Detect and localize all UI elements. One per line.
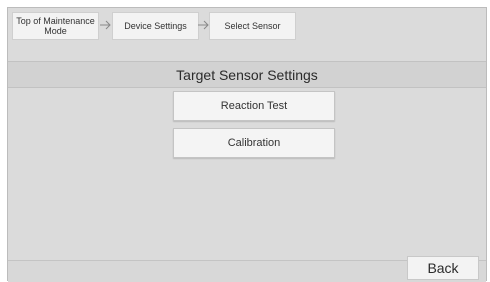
arrow-right-icon xyxy=(100,20,111,30)
breadcrumb-select-sensor[interactable]: Select Sensor xyxy=(209,12,296,40)
breadcrumb-device-settings[interactable]: Device Settings xyxy=(112,12,199,40)
screen-panel: Top of Maintenance Mode Device Settings … xyxy=(7,7,487,282)
reaction-test-button[interactable]: Reaction Test xyxy=(173,91,335,121)
back-button[interactable]: Back xyxy=(407,256,479,280)
arrow-right-icon xyxy=(198,20,209,30)
calibration-button[interactable]: Calibration xyxy=(173,128,335,158)
page-title: Target Sensor Settings xyxy=(8,61,486,88)
breadcrumb-top-of-maintenance-mode[interactable]: Top of Maintenance Mode xyxy=(12,12,99,40)
